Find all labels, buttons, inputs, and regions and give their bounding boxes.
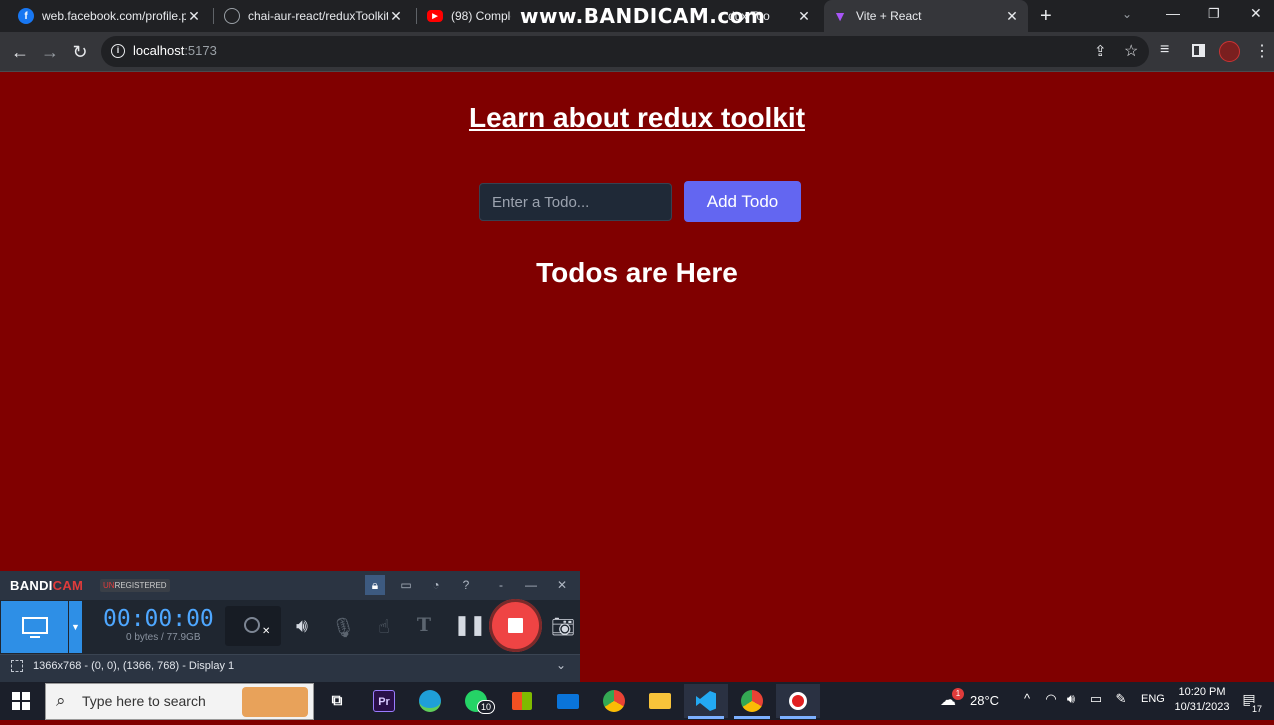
windows-start-icon[interactable] xyxy=(12,692,30,710)
search-icon: ⌕ xyxy=(56,691,66,710)
whatsapp-badge: 10 xyxy=(477,700,495,714)
reading-list-icon[interactable]: ≡ xyxy=(1160,41,1169,59)
reload-icon[interactable]: ↻ xyxy=(68,40,92,64)
active-indicator xyxy=(734,716,770,719)
lock-icon[interactable]: 🔒︎ xyxy=(365,575,385,595)
capture-region-info: 1366x768 - (0, 0), (1366, 768) - Display… xyxy=(33,660,235,672)
todos-heading: Todos are Here xyxy=(536,257,738,288)
bandicam-taskbar-icon[interactable] xyxy=(776,684,820,718)
tab-title: Vite + React xyxy=(856,9,922,23)
profile-avatar[interactable] xyxy=(1219,41,1240,62)
mail-icon[interactable] xyxy=(546,684,590,718)
menu-kebab-icon[interactable]: ⋮ xyxy=(1254,41,1270,61)
tab-title: chai-aur-react/reduxToolkitT xyxy=(248,9,388,23)
close-icon[interactable]: ✕ xyxy=(1004,8,1020,25)
tab-search-icon[interactable]: ⌄ xyxy=(1122,7,1132,21)
todo-input[interactable] xyxy=(479,183,672,221)
github-icon xyxy=(224,8,240,24)
tab-title: web.facebook.com/profile.p xyxy=(42,9,186,23)
active-indicator xyxy=(780,716,816,719)
bookmark-star-icon[interactable]: ☆ xyxy=(1124,41,1138,61)
recording-timer: 00:00:00 xyxy=(103,606,214,632)
forward-icon[interactable]: → xyxy=(38,40,62,64)
tab-vite-react[interactable]: ▼ Vite + React ✕ xyxy=(824,0,1028,32)
close-icon[interactable]: ✕ xyxy=(796,8,812,25)
file-explorer-icon[interactable] xyxy=(638,684,682,718)
region-icon xyxy=(11,660,23,672)
share-icon[interactable]: ⇪ xyxy=(1094,42,1107,60)
stop-icon xyxy=(508,618,523,633)
wifi-icon[interactable]: ◠ xyxy=(1042,691,1060,707)
close-icon[interactable]: ✕ xyxy=(552,575,572,595)
minimize-icon[interactable]: — xyxy=(1166,5,1180,21)
recording-size: 0 bytes / 77.9GB xyxy=(126,632,201,643)
vite-icon: ▼ xyxy=(833,8,847,24)
screen-mode-button[interactable] xyxy=(1,601,68,653)
clock[interactable]: 10:20 PM 10/31/2023 xyxy=(1170,685,1234,715)
new-tab-button[interactable]: + xyxy=(1040,5,1052,28)
pen-icon[interactable]: ✎ xyxy=(1112,691,1130,707)
tab-title: (98) Complete xyxy=(451,9,511,23)
tab-facebook[interactable]: f web.facebook.com/profile.p ✕ xyxy=(10,0,210,32)
side-panel-icon[interactable] xyxy=(1192,44,1205,57)
pause-icon[interactable]: ❚❚ xyxy=(454,614,486,637)
restore-icon[interactable]: ❐ xyxy=(1208,6,1220,22)
page-heading: Learn about redux toolkit xyxy=(468,102,806,133)
webcam-icon xyxy=(244,617,260,633)
mode-dropdown-icon[interactable]: ▼ xyxy=(69,601,82,653)
text-overlay-icon[interactable]: T xyxy=(411,614,437,636)
weather-badge: 1 xyxy=(952,688,964,700)
task-view-icon[interactable]: ⧉ xyxy=(315,684,359,718)
help-icon[interactable]: ? xyxy=(456,575,476,595)
tray-overflow-icon[interactable]: ^ xyxy=(1018,691,1036,706)
notification-count: 17 xyxy=(1250,703,1264,715)
webcam-button[interactable]: ✕ xyxy=(225,606,281,646)
halloween-decoration xyxy=(242,687,308,717)
volume-icon[interactable]: 🔊︎ xyxy=(1062,691,1080,707)
bandicam-watermark: www.BANDICAM.com xyxy=(520,4,766,28)
expand-icon[interactable]: ⌄ xyxy=(556,658,566,672)
back-icon[interactable]: ← xyxy=(8,40,32,64)
close-icon[interactable]: ✕ xyxy=(186,8,202,25)
tab-youtube[interactable]: ▶ (98) Complete xyxy=(419,0,519,32)
folder-icon[interactable]: ▭ xyxy=(396,575,416,595)
language-indicator[interactable]: ENG xyxy=(1141,693,1165,705)
monitor-icon xyxy=(22,617,48,634)
add-todo-button[interactable]: Add Todo xyxy=(684,181,801,222)
info-icon[interactable]: i xyxy=(111,44,125,58)
close-icon[interactable]: ✕ xyxy=(388,8,404,25)
address-bar[interactable] xyxy=(101,36,1149,67)
facebook-icon: f xyxy=(18,8,34,24)
window-close-icon[interactable]: ✕ xyxy=(1250,5,1262,22)
unregistered-badge: UNREGISTERED xyxy=(100,579,170,592)
temperature[interactable]: 28°C xyxy=(970,693,999,708)
collapse-icon[interactable]: - xyxy=(491,575,511,595)
store-icon[interactable] xyxy=(500,684,544,718)
camera-screenshot-icon[interactable]: 📷︎ xyxy=(550,615,576,639)
clock-icon[interactable]: ◔ xyxy=(426,575,446,595)
bandicam-logo: BANDICAM xyxy=(10,578,84,593)
cursor-icon[interactable]: ☝︎ xyxy=(371,616,397,639)
edge-icon[interactable] xyxy=(408,684,452,718)
speaker-icon[interactable]: 🔊︎ xyxy=(289,616,315,638)
battery-icon[interactable]: ▭ xyxy=(1087,691,1105,707)
minimize-icon[interactable]: — xyxy=(521,575,541,595)
vscode-icon[interactable] xyxy=(684,684,728,718)
premiere-icon[interactable]: Pr xyxy=(362,684,406,718)
url-text[interactable]: localhost:5173 xyxy=(133,43,217,58)
chrome-icon[interactable] xyxy=(592,684,636,718)
microphone-icon[interactable]: 🎙︎ xyxy=(330,616,356,640)
youtube-icon: ▶ xyxy=(427,10,443,22)
tab-github[interactable]: chai-aur-react/reduxToolkitT ✕ xyxy=(216,0,412,32)
active-indicator xyxy=(688,716,724,719)
search-placeholder: Type here to search xyxy=(82,693,206,709)
chrome-profile-icon[interactable] xyxy=(730,684,774,718)
